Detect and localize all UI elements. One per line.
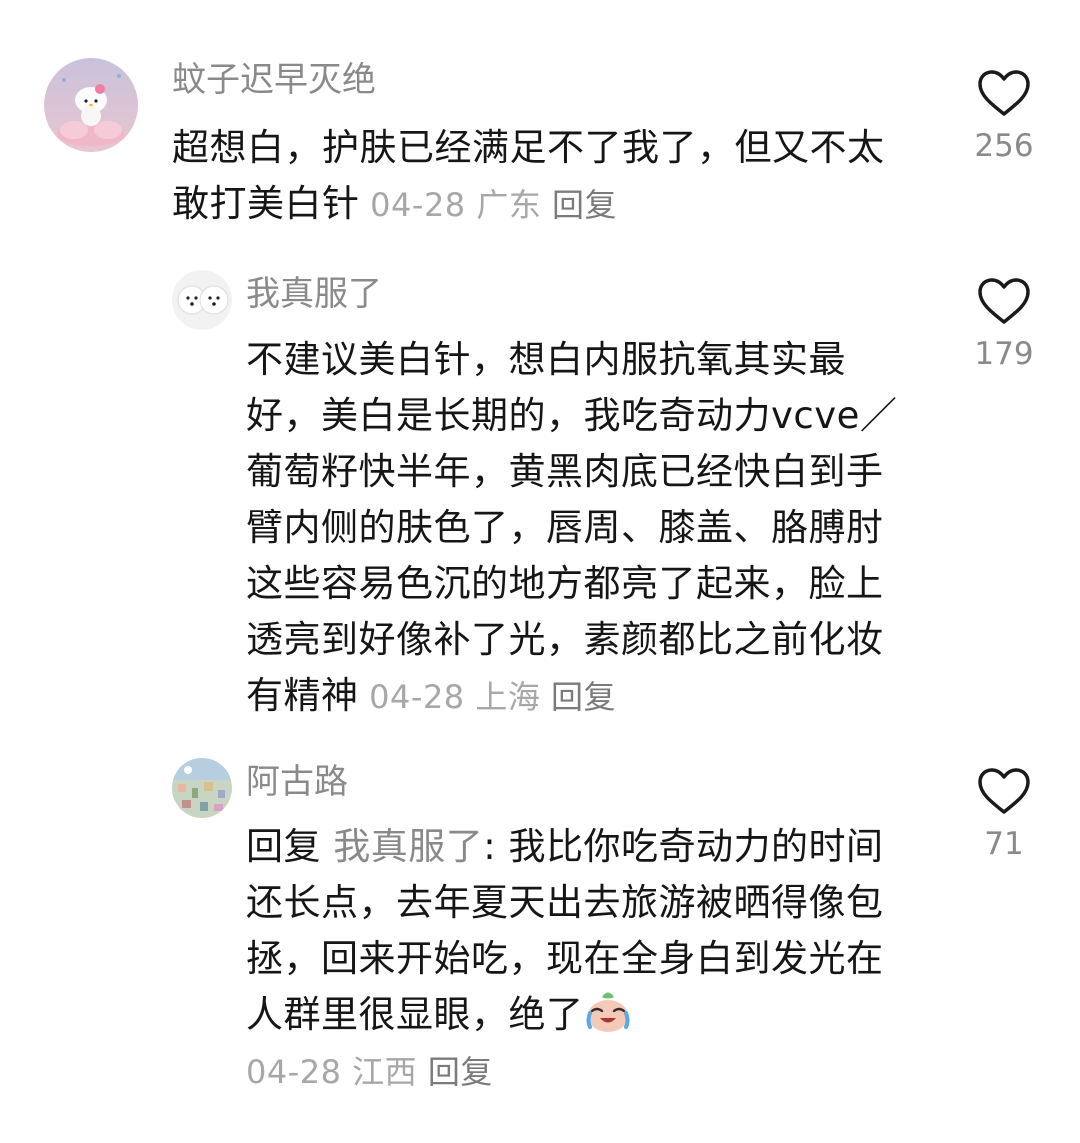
comment-username[interactable]: 蚊子迟早灭绝 xyxy=(172,60,376,100)
comment-date: 04-28 xyxy=(370,186,466,224)
reply-button[interactable]: 回复 xyxy=(428,1053,493,1091)
comment-meta: 04-28 上海 回复 xyxy=(359,678,617,716)
comment-username[interactable]: 阿古路 xyxy=(246,762,348,802)
comment-text: 不建议美白针，想白内服抗氧其实最好，美白是长期的，我吃奇动力vcve／葡萄籽快半… xyxy=(246,338,898,717)
reply-prefix: 回复 xyxy=(246,825,321,868)
comment-meta: 04-28 江西 回复 xyxy=(246,1053,493,1091)
like-block: 179 xyxy=(954,276,1054,372)
comment-body: 回复 我真服了: 我比你吃奇动力的时间还长点，去年夏天出去旅游被晒得像包拯，回来… xyxy=(246,819,911,1100)
heart-icon[interactable] xyxy=(976,68,1032,118)
like-block: 256 xyxy=(954,68,1054,164)
crying-laughing-emoji xyxy=(586,992,629,1032)
comment-date: 04-28 xyxy=(369,678,465,716)
comment-location: 广东 xyxy=(476,186,542,224)
like-block: 71 xyxy=(954,766,1054,862)
hello-kitty-avatar[interactable] xyxy=(44,58,138,152)
reply-button[interactable]: 回复 xyxy=(551,678,616,716)
comment-username[interactable]: 我真服了 xyxy=(246,274,382,314)
white-dogs-avatar[interactable] xyxy=(172,270,232,330)
heart-icon[interactable] xyxy=(976,276,1032,326)
comment-1: 蚊子迟早灭绝 超想白，护肤已经满足不了我了，但又不太敢打美白针 04-28 广东… xyxy=(0,0,1080,240)
comment-3: 阿古路 回复 我真服了: 我比你吃奇动力的时间还长点，去年夏天出去旅游被晒得像包… xyxy=(0,740,1080,1140)
mention-username[interactable]: 我真服了 xyxy=(333,825,483,868)
illustration-crowd-avatar[interactable] xyxy=(172,758,232,818)
like-count: 179 xyxy=(974,336,1034,372)
comment-date: 04-28 xyxy=(246,1053,342,1091)
comment-2: 我真服了 不建议美白针，想白内服抗氧其实最好，美白是长期的，我吃奇动力vcve／… xyxy=(0,250,1080,730)
reply-button[interactable]: 回复 xyxy=(552,186,617,224)
mention-colon: : xyxy=(483,825,497,868)
comment-meta: 04-28 广东 回复 xyxy=(360,186,618,224)
comment-location: 江西 xyxy=(352,1053,418,1091)
comment-body: 不建议美白针，想白内服抗氧其实最好，美白是长期的，我吃奇动力vcve／葡萄籽快半… xyxy=(246,332,911,725)
like-count: 256 xyxy=(974,128,1034,164)
like-count: 71 xyxy=(984,826,1024,862)
comment-location: 上海 xyxy=(475,678,541,716)
heart-icon[interactable] xyxy=(976,766,1032,816)
comment-body: 超想白，护肤已经满足不了我了，但又不太敢打美白针 04-28 广东 回复 xyxy=(172,120,917,233)
